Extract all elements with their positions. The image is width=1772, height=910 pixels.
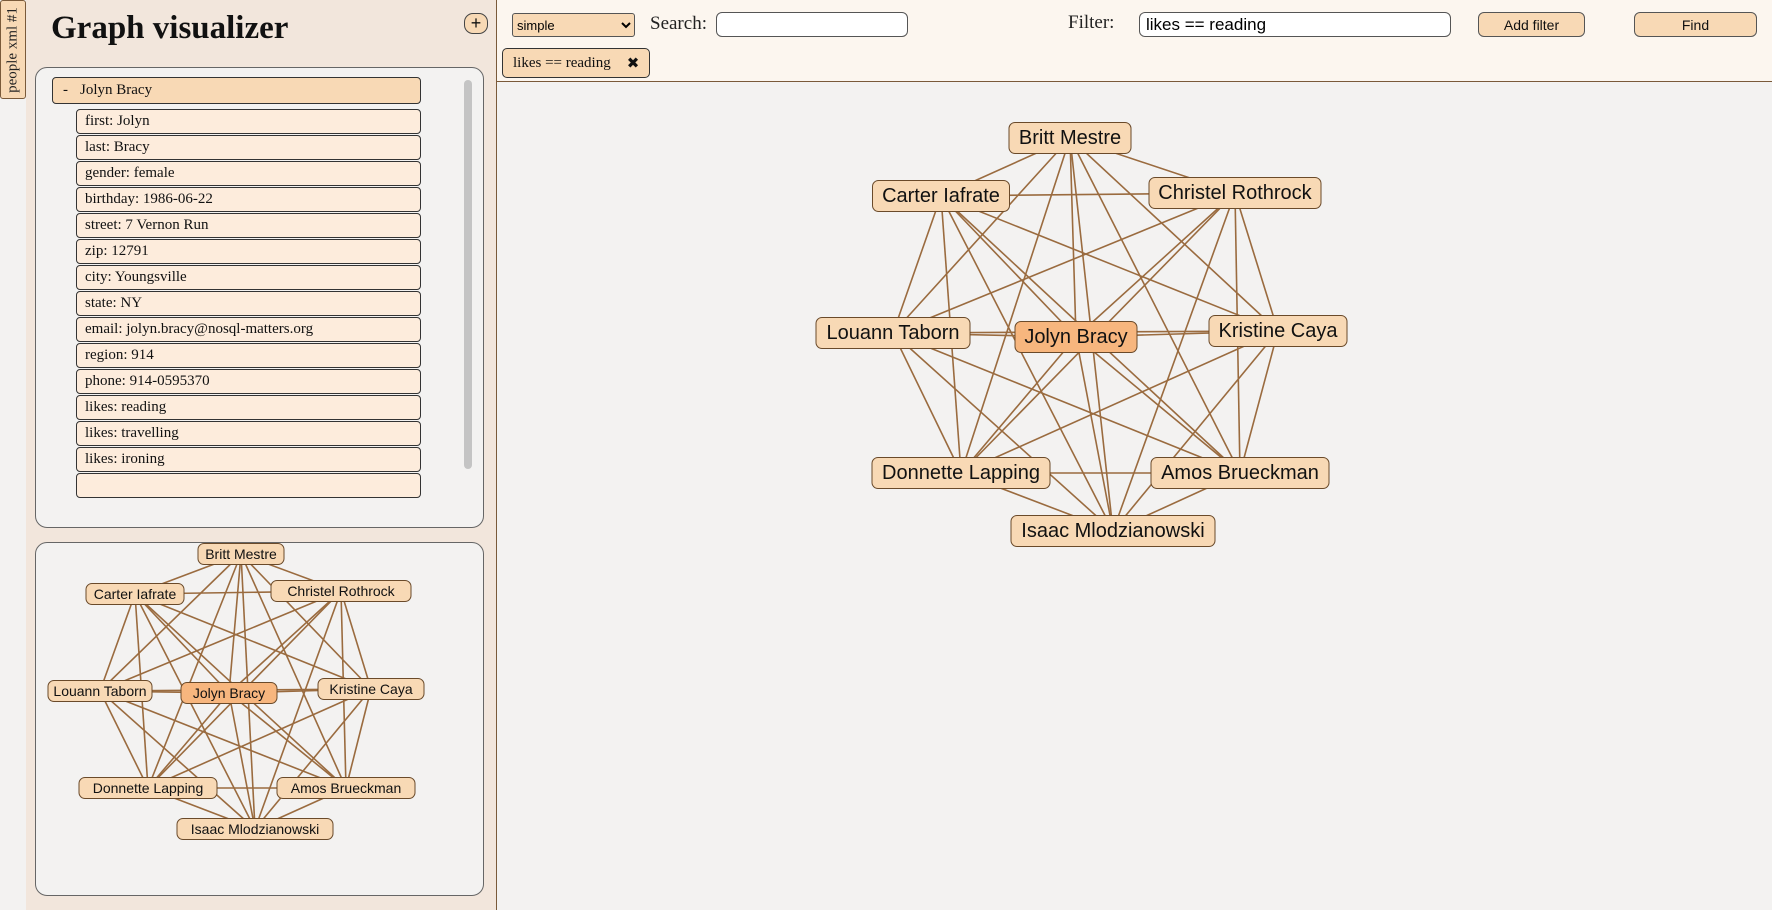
graph-node-christel[interactable]: Christel Rothrock bbox=[1148, 177, 1322, 209]
graph-node-louann[interactable]: Louann Taborn bbox=[815, 317, 971, 349]
minimap-graph[interactable]: Britt Mestre Carter Iafrate Christel Rothr… bbox=[36, 543, 484, 896]
remove-filter-icon[interactable]: ✖ bbox=[627, 54, 640, 73]
graph-node-jolyn[interactable]: Jolyn Bracy bbox=[180, 682, 278, 704]
graph-edge bbox=[1239, 330, 1279, 474]
property-item[interactable]: region: 914 bbox=[76, 343, 421, 368]
property-item[interactable] bbox=[76, 473, 421, 498]
graph-node-isaac[interactable]: Isaac Mlodzianowski bbox=[1010, 515, 1216, 547]
node-properties-panel[interactable]: - Jolyn Bracy first: Jolyn last: Bracy ge… bbox=[35, 67, 484, 528]
active-filter-label: likes == reading bbox=[513, 54, 611, 71]
graph-node-carter[interactable]: Carter Iafrate bbox=[85, 583, 185, 605]
graph-node-label: Carter Iafrate bbox=[882, 185, 1000, 207]
graph-node-label: Christel Rothrock bbox=[287, 583, 395, 599]
minimap[interactable]: Britt Mestre Carter Iafrate Christel Rothr… bbox=[35, 542, 484, 896]
property-item[interactable]: birthday: 1986-06-22 bbox=[76, 187, 421, 212]
graph-edge bbox=[240, 553, 372, 690]
graph-node-britt[interactable]: Britt Mestre bbox=[1008, 122, 1132, 154]
graph-edge bbox=[1075, 336, 1241, 474]
property-item[interactable]: likes: travelling bbox=[76, 421, 421, 446]
filter-input[interactable] bbox=[1139, 12, 1451, 37]
property-item[interactable]: zip: 12791 bbox=[76, 239, 421, 264]
toolbar: simple Search: Filter: Add filter Find l… bbox=[497, 0, 1772, 82]
graph-node-label: Jolyn Bracy bbox=[1024, 326, 1127, 348]
graph-edge bbox=[892, 332, 1114, 532]
graph-node-label: Kristine Caya bbox=[329, 681, 412, 697]
graph-node-carter[interactable]: Carter Iafrate bbox=[872, 180, 1010, 212]
graph-node-label: Britt Mestre bbox=[205, 546, 277, 562]
left-panel: Graph visualizer + - Jolyn Bracy first: J… bbox=[26, 0, 497, 910]
graph-node-donnette[interactable]: Donnette Lapping bbox=[78, 777, 218, 799]
search-input[interactable] bbox=[716, 12, 908, 37]
graph-node-britt[interactable]: Britt Mestre bbox=[197, 543, 285, 565]
add-filter-button[interactable]: Add filter bbox=[1478, 12, 1585, 37]
graph-node-kristine[interactable]: Kristine Caya bbox=[1208, 315, 1348, 347]
graph-node-label: Isaac Mlodzianowski bbox=[191, 821, 319, 837]
property-item[interactable]: first: Jolyn bbox=[76, 109, 421, 134]
add-view-button[interactable]: + bbox=[464, 13, 488, 34]
graph-edge bbox=[99, 593, 136, 692]
graph-edge bbox=[892, 332, 962, 474]
tab-people-xml[interactable]: people xml #1 bbox=[0, 0, 26, 99]
graph-node-amos[interactable]: Amos Brueckman bbox=[1150, 457, 1330, 489]
search-label: Search: bbox=[650, 13, 707, 34]
filter-label: Filter: bbox=[1068, 12, 1115, 33]
tab-label: people xml #1 bbox=[4, 6, 21, 93]
graph-node-label: Britt Mestre bbox=[1019, 127, 1121, 149]
graph-node-label: Kristine Caya bbox=[1219, 320, 1339, 342]
graph-node-isaac[interactable]: Isaac Mlodzianowski bbox=[176, 818, 334, 840]
graph-node-label: Amos Brueckman bbox=[291, 780, 401, 796]
property-item[interactable]: email: jolyn.bracy@nosql-matters.org bbox=[76, 317, 421, 342]
graph-edge bbox=[1069, 137, 1279, 332]
properties-scrollbar[interactable] bbox=[464, 80, 472, 469]
graph-node-label: Isaac Mlodzianowski bbox=[1021, 520, 1204, 542]
graph-node-label: Louann Taborn bbox=[826, 322, 959, 344]
property-item[interactable]: gender: female bbox=[76, 161, 421, 186]
graph-edge bbox=[99, 553, 242, 692]
graph-node-label: Carter Iafrate bbox=[94, 586, 177, 602]
graph-node-christel[interactable]: Christel Rothrock bbox=[270, 580, 412, 602]
graph-node-label: Amos Brueckman bbox=[1161, 462, 1319, 484]
graph-edge bbox=[960, 336, 1077, 474]
property-item[interactable]: city: Youngsville bbox=[76, 265, 421, 290]
graph-edge bbox=[892, 195, 942, 334]
active-filter-chip: likes == reading ✖ bbox=[502, 48, 651, 78]
property-item[interactable]: state: NY bbox=[76, 291, 421, 316]
property-item[interactable]: last: Bracy bbox=[76, 135, 421, 160]
graph-node-label: Christel Rothrock bbox=[1158, 182, 1312, 204]
graph-node-jolyn[interactable]: Jolyn Bracy bbox=[1014, 321, 1138, 353]
graph-node-donnette[interactable]: Donnette Lapping bbox=[871, 457, 1051, 489]
graph-edge bbox=[147, 692, 230, 789]
graph-edge bbox=[1075, 192, 1236, 338]
layout-select[interactable]: simple bbox=[512, 13, 635, 37]
selected-node-header[interactable]: - Jolyn Bracy bbox=[52, 77, 421, 104]
property-item[interactable]: street: 7 Vernon Run bbox=[76, 213, 421, 238]
graph-node-amos[interactable]: Amos Brueckman bbox=[276, 777, 416, 799]
property-item[interactable]: likes: reading bbox=[76, 395, 421, 420]
property-item[interactable]: likes: ironing bbox=[76, 447, 421, 472]
graph-edge bbox=[99, 690, 149, 789]
collapse-icon[interactable]: - bbox=[63, 82, 68, 98]
find-button[interactable]: Find bbox=[1634, 12, 1757, 37]
property-item[interactable]: phone: 914-0595370 bbox=[76, 369, 421, 394]
graph-node-louann[interactable]: Louann Taborn bbox=[47, 680, 153, 702]
graph-canvas[interactable]: Britt Mestre Carter Iafrate Christel Rothr… bbox=[497, 82, 1772, 910]
app-title: Graph visualizer bbox=[51, 10, 289, 46]
graph-node-label: Donnette Lapping bbox=[882, 462, 1040, 484]
selected-node-name: Jolyn Bracy bbox=[80, 82, 153, 98]
graph-node-label: Louann Taborn bbox=[53, 683, 146, 699]
graph-node-label: Donnette Lapping bbox=[93, 780, 204, 796]
graph-edge bbox=[228, 553, 242, 694]
graph-edge bbox=[892, 332, 1241, 474]
graph-node-label: Jolyn Bracy bbox=[193, 685, 265, 701]
graph-node-kristine[interactable]: Kristine Caya bbox=[317, 678, 425, 700]
graph-edge bbox=[892, 192, 1236, 334]
